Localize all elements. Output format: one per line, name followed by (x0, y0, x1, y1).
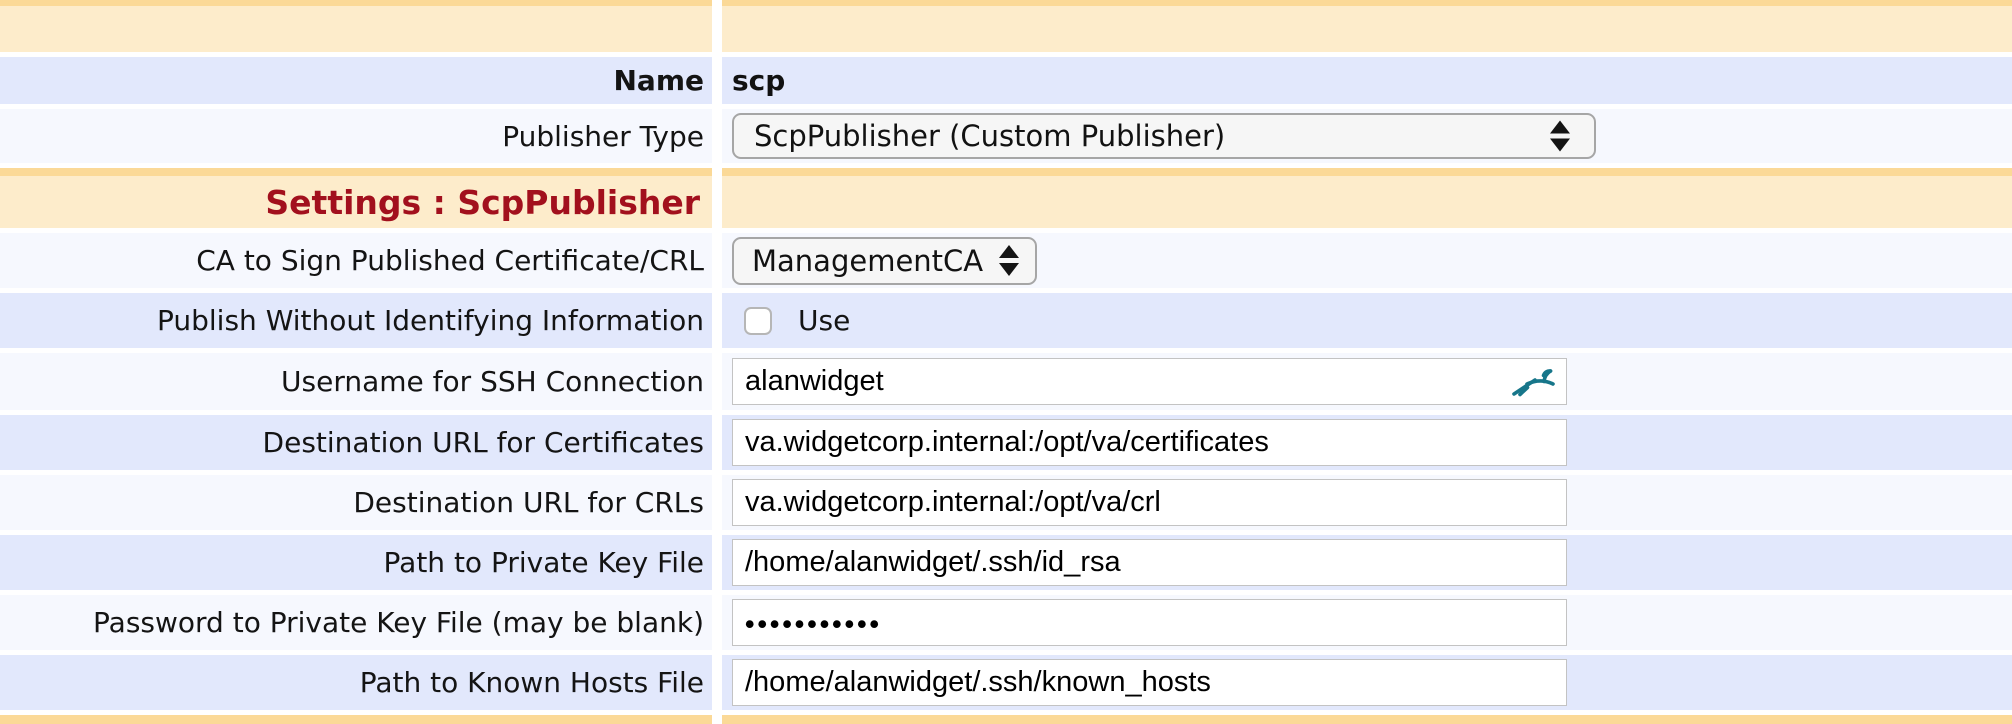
private-key-password-label: Password to Private Key File (may be bla… (93, 606, 704, 639)
username-row: Username for SSH Connection (0, 353, 2012, 410)
publisher-type-selected-value: ScpPublisher (Custom Publisher) (754, 119, 1225, 153)
ca-row: CA to Sign Published Certificate/CRL Man… (0, 233, 2012, 288)
publisher-type-row: Publisher Type ScpPublisher (Custom Publ… (0, 109, 2012, 163)
select-updown-arrows-icon (1550, 121, 1570, 152)
publish-without-checkbox[interactable] (744, 307, 772, 335)
private-key-path-label: Path to Private Key File (384, 546, 704, 579)
username-input[interactable] (732, 358, 1567, 405)
publish-without-checkbox-label: Use (798, 304, 850, 337)
private-key-password-input[interactable] (732, 599, 1567, 646)
dest-certs-label: Destination URL for Certificates (263, 426, 704, 459)
dest-certs-row: Destination URL for Certificates (0, 415, 2012, 470)
select-updown-arrows-icon (999, 245, 1019, 276)
dest-certs-input[interactable] (732, 419, 1567, 466)
publisher-type-select[interactable]: ScpPublisher (Custom Publisher) (732, 113, 1596, 159)
known-hosts-path-input[interactable] (732, 659, 1567, 706)
top-section-band (0, 0, 2012, 52)
bottom-band-right-cell (722, 715, 2012, 724)
publisher-type-label: Publisher Type (502, 120, 704, 153)
settings-band-right-cell (722, 168, 2012, 228)
settings-section-band: Settings : ScpPublisher (0, 168, 2012, 228)
publisher-edit-form: Name scp Publisher Type ScpPublisher (Cu… (0, 0, 2012, 724)
top-band-left-cell (0, 0, 712, 52)
dest-crls-input[interactable] (732, 479, 1567, 526)
top-band-right-cell (722, 0, 2012, 52)
private-key-password-row: Password to Private Key File (may be bla… (0, 595, 2012, 650)
ca-selected-value: ManagementCA (752, 244, 983, 278)
username-label: Username for SSH Connection (281, 365, 704, 398)
name-row: Name scp (0, 57, 2012, 104)
password-manager-impala-icon[interactable] (1511, 367, 1555, 397)
name-label: Name (614, 64, 705, 97)
settings-section-title: Settings : ScpPublisher (265, 183, 704, 222)
bottom-band-left-cell (0, 715, 712, 724)
private-key-path-row: Path to Private Key File (0, 535, 2012, 590)
publish-without-row: Publish Without Identifying Information … (0, 293, 2012, 348)
name-value: scp (732, 64, 785, 97)
ca-label: CA to Sign Published Certificate/CRL (196, 244, 704, 277)
bottom-section-band (0, 715, 2012, 724)
ca-select[interactable]: ManagementCA (732, 237, 1037, 285)
private-key-path-input[interactable] (732, 539, 1567, 586)
publish-without-label: Publish Without Identifying Information (157, 304, 704, 337)
known-hosts-path-label: Path to Known Hosts File (360, 666, 704, 699)
dest-crls-row: Destination URL for CRLs (0, 475, 2012, 530)
known-hosts-path-row: Path to Known Hosts File (0, 655, 2012, 710)
dest-crls-label: Destination URL for CRLs (353, 486, 704, 519)
